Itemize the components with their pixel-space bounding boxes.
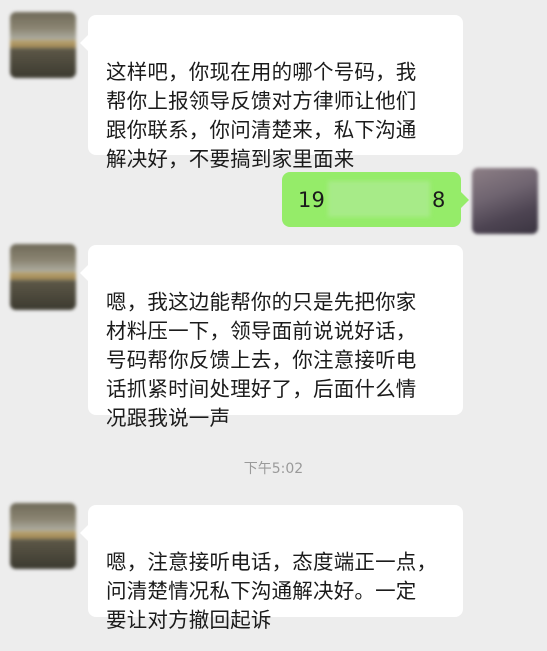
user-avatar[interactable] xyxy=(472,168,538,234)
outgoing-message-bubble[interactable]: 19 8 xyxy=(282,172,469,227)
contact-avatar[interactable] xyxy=(10,244,76,310)
message-text: 嗯，我这边能帮你的只是先把你家 材料压一下，领导面前说说好话， 号码帮你反馈上去… xyxy=(106,290,417,430)
incoming-message-bubble[interactable]: 嗯，注意接听电话，态度端正一点， 问清楚情况私下沟通解决好。一定 要让对方撤回起… xyxy=(80,505,463,632)
incoming-message-bubble[interactable]: 嗯，我这边能帮你的只是先把你家 材料压一下，领导面前说说好话， 号码帮你反馈上去… xyxy=(80,245,463,430)
chat-area[interactable]: 这样吧，你现在用的哪个号码，我 帮你上报领导反馈对方律师让他们 跟你联系，你问清… xyxy=(0,0,547,651)
contact-avatar[interactable] xyxy=(10,503,76,569)
phone-number-suffix: 8 xyxy=(432,188,446,212)
phone-number-redaction xyxy=(328,181,430,217)
incoming-message-bubble[interactable]: 这样吧，你现在用的哪个号码，我 帮你上报领导反馈对方律师让他们 跟你联系，你问清… xyxy=(80,15,463,171)
message-text: 这样吧，你现在用的哪个号码，我 帮你上报领导反馈对方律师让他们 跟你联系，你问清… xyxy=(106,60,417,171)
timestamp: 下午5:02 xyxy=(243,461,304,477)
message-text: 嗯，注意接听电话，态度端正一点， 问清楚情况私下沟通解决好。一定 要让对方撤回起… xyxy=(106,550,438,632)
phone-number-prefix: 19 xyxy=(298,188,326,212)
contact-avatar[interactable] xyxy=(10,12,76,78)
